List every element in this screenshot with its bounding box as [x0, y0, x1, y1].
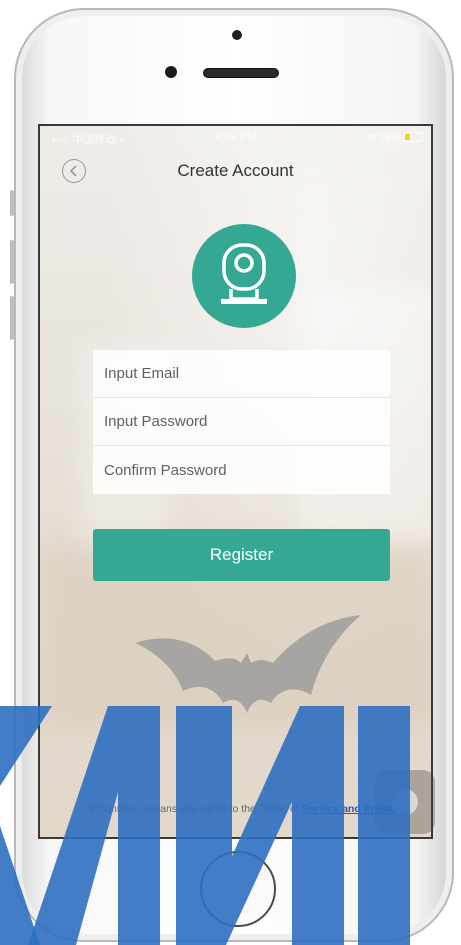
proximity-sensor: [165, 66, 177, 78]
home-button[interactable]: [200, 851, 276, 927]
battery-percent: ⊕ 24%: [366, 132, 401, 144]
app-logo: [192, 224, 296, 328]
password-field[interactable]: [102, 412, 390, 431]
mute-switch: [10, 190, 14, 216]
stage: •○○ 中国移动 ≈ 4:39 PM ⊕ 24% Create Account: [0, 0, 461, 945]
camera-icon: [221, 243, 267, 304]
nav-bar: Create Account: [40, 150, 431, 194]
bat-watermark-icon: [135, 615, 361, 713]
email-field[interactable]: [102, 364, 390, 383]
register-button[interactable]: Register: [93, 529, 390, 581]
volume-up-button: [10, 240, 14, 284]
register-form: [93, 350, 390, 494]
terms-prefix: If Continue, means you agree to the Term…: [88, 803, 302, 815]
assistive-touch-button[interactable]: [375, 770, 435, 834]
page-title: Create Account: [177, 161, 294, 180]
battery-icon: [403, 132, 423, 142]
confirm-password-field-row: [93, 446, 390, 494]
status-bar: •○○ 中国移动 ≈ 4:39 PM ⊕ 24%: [40, 126, 431, 148]
volume-down-button: [10, 296, 14, 340]
front-camera: [232, 30, 242, 40]
app-screen: •○○ 中国移动 ≈ 4:39 PM ⊕ 24% Create Account: [38, 124, 433, 839]
earpiece-speaker: [203, 68, 279, 78]
confirm-password-field[interactable]: [102, 460, 390, 480]
email-field-row: [93, 350, 390, 398]
password-field-row: [93, 398, 390, 446]
